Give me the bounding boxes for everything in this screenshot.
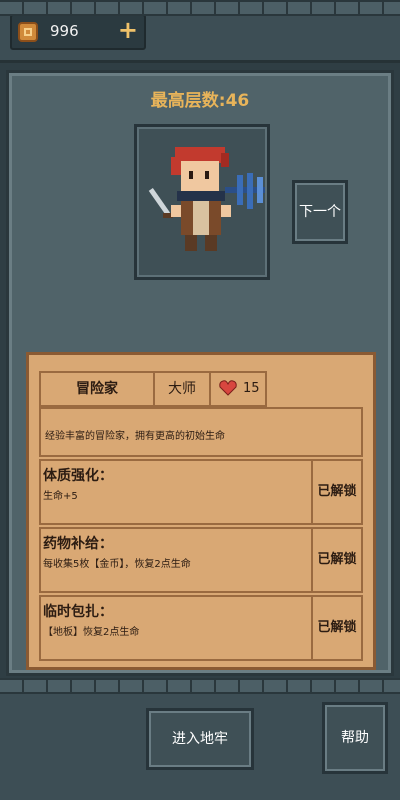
page-title: 最高层数:46 — [150, 91, 250, 111]
perk-title: 药物补给： — [43, 536, 113, 552]
perk-status: 已解锁 — [317, 484, 357, 499]
character-description: 经验丰富的冒险家，拥有更高的初始生命 — [45, 431, 225, 442]
enter-dungeon-button[interactable]: 进入地牢 — [146, 708, 254, 770]
perk-title: 体质强化： — [43, 468, 113, 484]
hp-box: 15 — [209, 371, 267, 407]
brick-border-top — [0, 0, 400, 16]
perk-row: 临时包扎： 【地板】恢复2点生命 — [39, 595, 313, 661]
perk-detail: 每收集5枚【金币】，恢复2点生命 — [43, 559, 191, 570]
description-box: 经验丰富的冒险家，拥有更高的初始生命 — [39, 407, 363, 457]
coin-icon — [18, 22, 38, 42]
character-portrait — [134, 124, 270, 280]
perk-detail: 生命+5 — [43, 491, 78, 502]
pixel-adventurer-icon — [148, 147, 265, 251]
currency-box: 996 + — [10, 14, 146, 50]
character-name: 冒险家 — [76, 381, 118, 397]
perk-status-box: 已解锁 — [311, 595, 363, 661]
perk-title: 临时包扎： — [43, 604, 113, 620]
perk-status-box: 已解锁 — [311, 459, 363, 525]
perk-row: 体质强化： 生命+5 — [39, 459, 313, 525]
heart-icon — [219, 380, 237, 396]
hp-value: 15 — [243, 381, 260, 396]
add-coins-button[interactable]: + — [118, 16, 138, 44]
character-card: 冒险家 大师 15 经验丰富的冒险家，拥有更高的初始生命 体质强化： 生命+5 … — [26, 352, 376, 670]
perk-row: 药物补给： 每收集5枚【金币】，恢复2点生命 — [39, 527, 313, 593]
perk-status: 已解锁 — [317, 552, 357, 567]
perk-status-box: 已解锁 — [311, 527, 363, 593]
brick-border-bottom — [0, 678, 400, 694]
next-character-button[interactable]: 下一个 — [292, 180, 348, 244]
perk-detail: 【地板】恢复2点生命 — [43, 627, 140, 638]
perk-status: 已解锁 — [317, 620, 357, 635]
help-button[interactable]: 帮助 — [322, 702, 388, 774]
character-rank: 大师 — [168, 381, 196, 397]
coin-count: 996 — [50, 22, 79, 40]
character-name-box: 冒险家 — [39, 371, 155, 407]
rank-box: 大师 — [153, 371, 211, 407]
